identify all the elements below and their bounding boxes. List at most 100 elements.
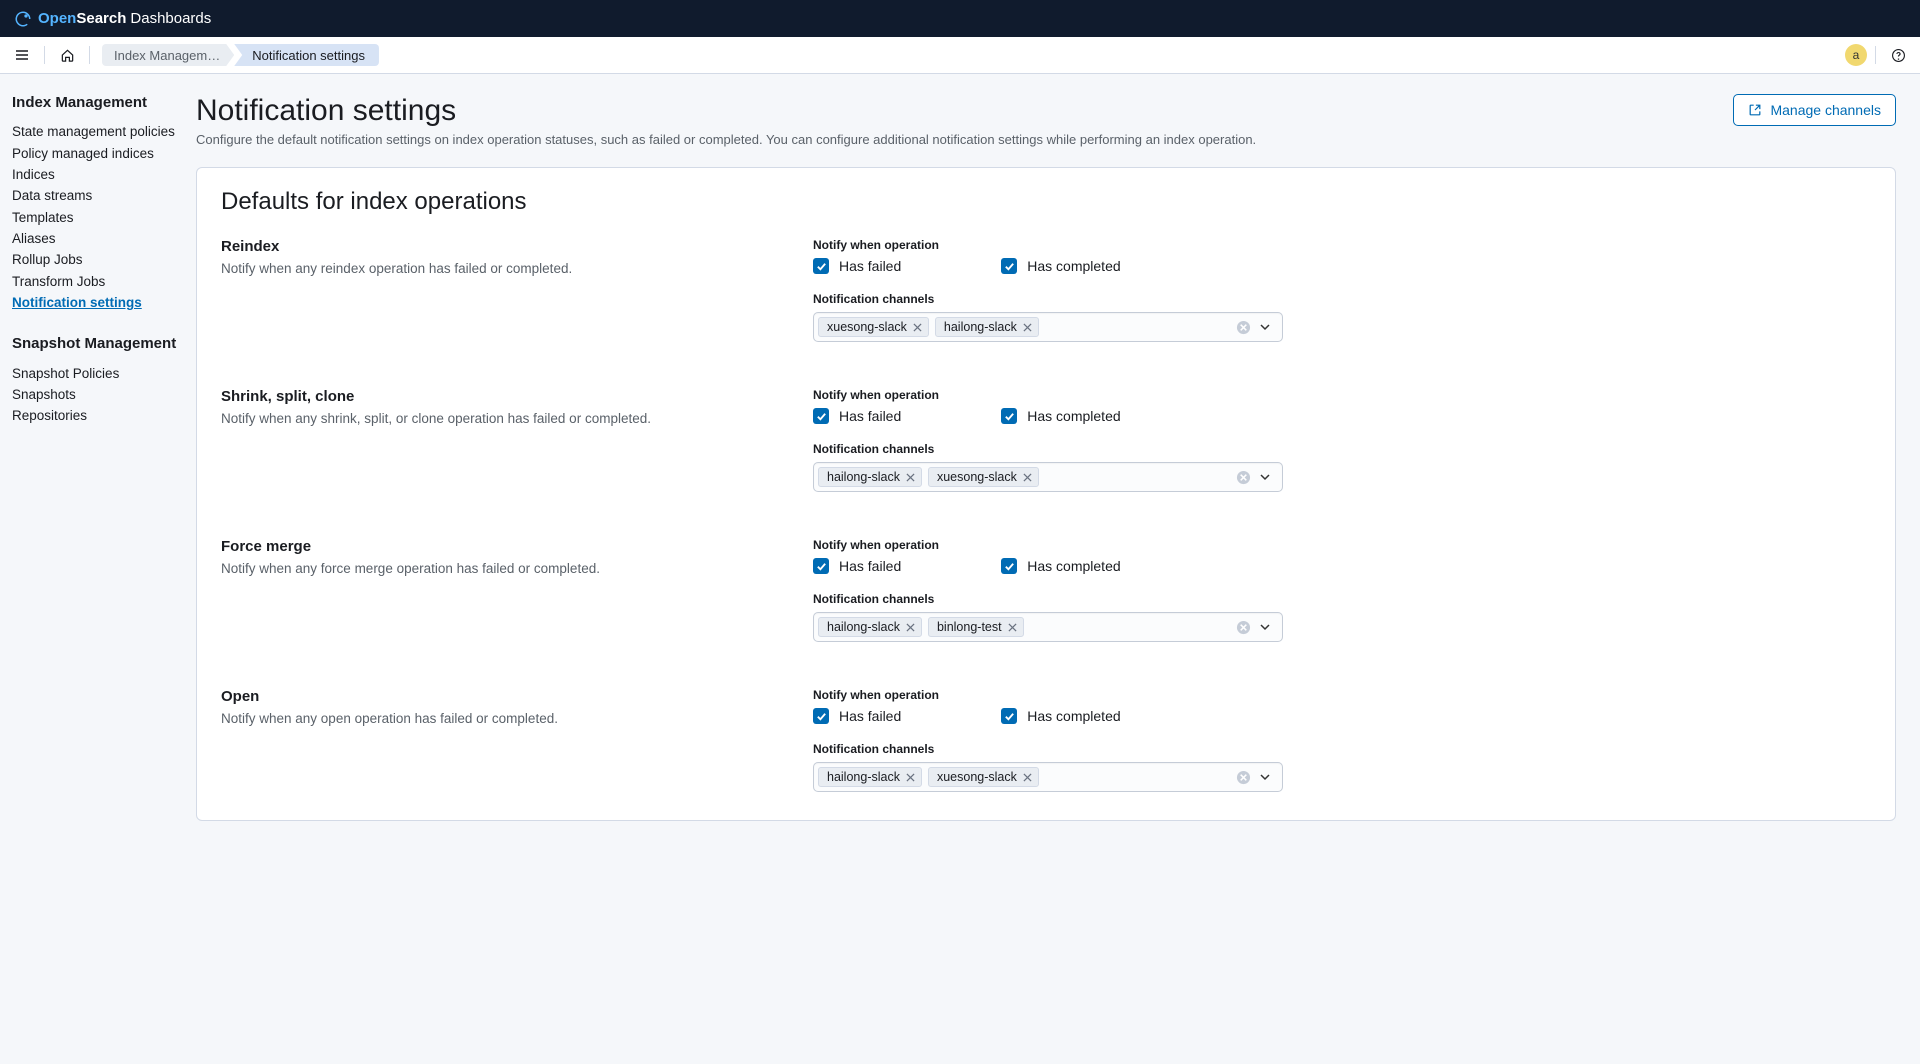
operation-row: OpenNotify when any open operation has f… [221, 688, 1871, 792]
operation-description: Notify when any open operation has faile… [221, 711, 773, 726]
sidebar-item[interactable]: Repositories [12, 405, 184, 426]
operation-description: Notify when any shrink, split, or clone … [221, 411, 773, 426]
checkbox-box-icon [1001, 408, 1017, 424]
notify-when-label: Notify when operation [813, 238, 1283, 252]
checkbox-box-icon [1001, 558, 1017, 574]
notify-when-label: Notify when operation [813, 538, 1283, 552]
checkbox-label: Has failed [839, 258, 901, 274]
combo-clear-icon[interactable] [1234, 768, 1252, 786]
main-content: Notification settings Configure the defa… [196, 74, 1920, 1064]
nav-toggle-button[interactable] [8, 41, 36, 69]
channels-combobox[interactable]: hailong-slack xuesong-slack [813, 462, 1283, 492]
has-failed-checkbox[interactable]: Has failed [813, 558, 901, 574]
checkbox-label: Has failed [839, 708, 901, 724]
channel-chip: hailong-slack [818, 617, 922, 637]
combo-clear-icon[interactable] [1234, 468, 1252, 486]
sidebar-item[interactable]: State management policies [12, 121, 184, 142]
manage-channels-button[interactable]: Manage channels [1733, 94, 1896, 126]
chevron-down-icon[interactable] [1256, 618, 1274, 636]
chip-remove-icon[interactable] [906, 773, 915, 782]
chip-label: xuesong-slack [937, 470, 1017, 484]
sidebar-item[interactable]: Indices [12, 164, 184, 185]
breadcrumb-item[interactable]: Index Managem… [102, 44, 234, 66]
opensearch-logo-icon [14, 10, 32, 28]
sidebar-item[interactable]: Snapshot Policies [12, 362, 184, 383]
brand-search: Search [76, 10, 126, 27]
chip-label: hailong-slack [944, 320, 1017, 334]
chip-remove-icon[interactable] [913, 323, 922, 332]
channels-combobox[interactable]: hailong-slack xuesong-slack [813, 762, 1283, 792]
chip-remove-icon[interactable] [1023, 773, 1032, 782]
operation-title: Reindex [221, 238, 773, 255]
chevron-down-icon[interactable] [1256, 318, 1274, 336]
operation-title: Shrink, split, clone [221, 388, 773, 405]
channel-chip: xuesong-slack [818, 317, 929, 337]
channel-chip: hailong-slack [818, 767, 922, 787]
brand[interactable]: OpenSearchDashboards [14, 10, 211, 28]
checkbox-label: Has failed [839, 408, 901, 424]
brand-dash: Dashboards [130, 10, 211, 27]
page-title: Notification settings [196, 94, 1256, 128]
channel-chip: xuesong-slack [928, 467, 1039, 487]
sidebar-item[interactable]: Data streams [12, 185, 184, 206]
combo-clear-icon[interactable] [1234, 618, 1252, 636]
channel-chip: binlong-test [928, 617, 1024, 637]
has-completed-checkbox[interactable]: Has completed [1001, 708, 1120, 724]
channels-combobox[interactable]: hailong-slack binlong-test [813, 612, 1283, 642]
channels-label: Notification channels [813, 592, 1283, 606]
notify-when-label: Notify when operation [813, 688, 1283, 702]
checkbox-label: Has completed [1027, 558, 1120, 574]
channels-label: Notification channels [813, 292, 1283, 306]
checkbox-box-icon [813, 708, 829, 724]
checkbox-box-icon [813, 558, 829, 574]
channel-chip: hailong-slack [818, 467, 922, 487]
help-button[interactable] [1884, 41, 1912, 69]
operation-description: Notify when any force merge operation ha… [221, 561, 773, 576]
checkbox-label: Has completed [1027, 258, 1120, 274]
sidebar-item[interactable]: Rollup Jobs [12, 249, 184, 270]
chevron-down-icon[interactable] [1256, 768, 1274, 786]
chevron-down-icon[interactable] [1256, 468, 1274, 486]
chip-remove-icon[interactable] [906, 623, 915, 632]
avatar-initial: a [1853, 48, 1860, 62]
hamburger-icon [14, 47, 30, 63]
channel-chip: xuesong-slack [928, 767, 1039, 787]
operation-title: Force merge [221, 538, 773, 555]
sidebar: Index ManagementState management policie… [0, 74, 196, 1064]
has-completed-checkbox[interactable]: Has completed [1001, 258, 1120, 274]
chip-remove-icon[interactable] [1008, 623, 1017, 632]
combo-clear-icon[interactable] [1234, 318, 1252, 336]
chip-label: hailong-slack [827, 470, 900, 484]
sidebar-item[interactable]: Notification settings [12, 292, 184, 313]
breadcrumb-item-current: Notification settings [234, 44, 379, 66]
channels-combobox[interactable]: xuesong-slack hailong-slack [813, 312, 1283, 342]
has-failed-checkbox[interactable]: Has failed [813, 258, 901, 274]
chip-remove-icon[interactable] [906, 473, 915, 482]
brand-open: Open [38, 10, 76, 27]
global-header: OpenSearchDashboards [0, 0, 1920, 37]
operation-row: Reindex Notify when any reindex operation… [221, 238, 1871, 342]
has-failed-checkbox[interactable]: Has failed [813, 708, 901, 724]
operation-row: Shrink, split, clone Notify when any shri… [221, 388, 1871, 492]
page-description: Configure the default notification setti… [196, 132, 1256, 147]
divider [89, 46, 90, 64]
sidebar-item[interactable]: Aliases [12, 228, 184, 249]
has-completed-checkbox[interactable]: Has completed [1001, 558, 1120, 574]
sidebar-item[interactable]: Policy managed indices [12, 142, 184, 163]
operation-description: Notify when any reindex operation has fa… [221, 261, 773, 276]
avatar[interactable]: a [1845, 44, 1867, 66]
home-button[interactable] [53, 41, 81, 69]
has-failed-checkbox[interactable]: Has failed [813, 408, 901, 424]
chip-remove-icon[interactable] [1023, 473, 1032, 482]
sidebar-item[interactable]: Transform Jobs [12, 271, 184, 292]
chip-remove-icon[interactable] [1023, 323, 1032, 332]
checkbox-label: Has completed [1027, 408, 1120, 424]
sidebar-section-title: Snapshot Management [12, 335, 184, 352]
checkbox-label: Has failed [839, 558, 901, 574]
defaults-panel: Defaults for index operations ReindexNot… [196, 167, 1896, 821]
has-completed-checkbox[interactable]: Has completed [1001, 408, 1120, 424]
checkbox-box-icon [1001, 258, 1017, 274]
sidebar-item[interactable]: Snapshots [12, 384, 184, 405]
chip-label: hailong-slack [827, 620, 900, 634]
sidebar-item[interactable]: Templates [12, 207, 184, 228]
